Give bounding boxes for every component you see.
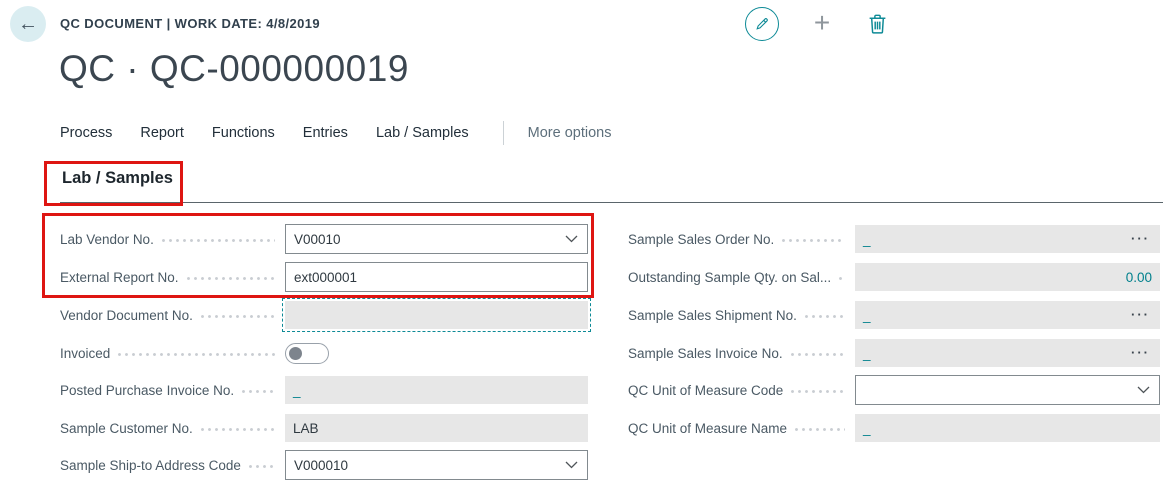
section-divider — [60, 202, 1163, 203]
assist-edit-icon[interactable]: ··· — [1131, 308, 1160, 321]
sample-sales-shipment-no-field[interactable]: _ ··· — [855, 301, 1160, 329]
form-row: Posted Purchase Invoice No. _ — [60, 375, 588, 405]
dotted-leader — [118, 353, 275, 356]
back-arrow-icon: ← — [18, 13, 38, 35]
dotted-leader — [791, 390, 845, 393]
qc-unit-of-measure-code-combobox[interactable] — [855, 375, 1160, 405]
menu-item-entries[interactable]: Entries — [303, 125, 348, 141]
field-label: External Report No. — [60, 270, 285, 285]
dotted-leader — [186, 277, 275, 280]
page-title: QC · QC-000000019 — [59, 48, 409, 89]
form-row: Outstanding Sample Qty. on Sal... 0.00 — [628, 262, 1160, 292]
field-label: Invoiced — [60, 346, 285, 361]
field-value: _ — [863, 345, 871, 361]
field-value: LAB — [293, 420, 319, 436]
section-title-lab-samples[interactable]: Lab / Samples — [62, 169, 173, 188]
form-row: External Report No. ext000001 — [60, 262, 588, 292]
action-bar: Process Report Functions Entries Lab / S… — [60, 120, 611, 146]
external-report-no-input[interactable]: ext000001 — [285, 262, 588, 292]
dotted-leader — [795, 428, 845, 431]
new-button[interactable]: + — [806, 6, 838, 40]
qc-document-page: ← QC DOCUMENT | WORK DATE: 4/8/2019 + QC… — [0, 0, 1175, 492]
field-label: Sample Customer No. — [60, 421, 285, 436]
sample-ship-to-address-code-combobox[interactable]: V000010 — [285, 450, 588, 480]
posted-purchase-invoice-no-field[interactable]: _ — [285, 376, 588, 404]
sample-sales-order-no-field[interactable]: _ ··· — [855, 225, 1160, 253]
plus-icon: + — [813, 7, 831, 38]
invoiced-toggle[interactable] — [285, 342, 329, 364]
field-value: V000010 — [294, 457, 349, 473]
field-label: Outstanding Sample Qty. on Sal... — [628, 270, 855, 285]
more-options-button[interactable]: More options — [528, 125, 612, 141]
field-value: 0.00 — [1125, 269, 1152, 285]
assist-edit-icon[interactable]: ··· — [1131, 232, 1160, 245]
appbar-title: QC DOCUMENT | WORK DATE: 4/8/2019 — [60, 16, 321, 31]
dotted-leader — [248, 465, 275, 468]
field-value: _ — [863, 307, 871, 323]
dotted-leader — [804, 315, 845, 318]
field-label: Posted Purchase Invoice No. — [60, 383, 285, 398]
chevron-down-icon[interactable] — [1137, 386, 1159, 394]
field-label: Sample Sales Invoice No. — [628, 346, 855, 361]
field-label: Sample Sales Order No. — [628, 232, 855, 247]
field-label: QC Unit of Measure Name — [628, 421, 855, 436]
field-value: _ — [863, 231, 871, 247]
menu-item-lab-samples[interactable]: Lab / Samples — [376, 125, 469, 141]
form-row: Lab Vendor No. V00010 — [60, 224, 588, 254]
form-row: Sample Sales Order No. _ ··· — [628, 224, 1160, 254]
form-row: Sample Customer No. LAB — [60, 413, 588, 443]
dotted-leader — [200, 428, 275, 431]
lab-vendor-no-combobox[interactable]: V00010 — [285, 224, 588, 254]
field-label: Sample Ship-to Address Code — [60, 458, 285, 473]
menu-item-process[interactable]: Process — [60, 125, 112, 141]
assist-edit-icon[interactable]: ··· — [1131, 346, 1160, 359]
dotted-leader — [839, 277, 845, 280]
form-row: Sample Sales Shipment No. _ ··· — [628, 300, 1160, 330]
trash-icon — [868, 13, 887, 34]
menu-item-report[interactable]: Report — [140, 125, 184, 141]
toggle-knob — [289, 346, 302, 360]
dotted-leader — [790, 353, 845, 356]
pencil-icon — [754, 16, 770, 32]
form-row: QC Unit of Measure Name _ — [628, 413, 1160, 443]
form-row: QC Unit of Measure Code — [628, 375, 1160, 405]
qc-unit-of-measure-name-field[interactable]: _ — [855, 414, 1160, 442]
field-label: Vendor Document No. — [60, 308, 285, 323]
field-value: ext000001 — [294, 269, 358, 285]
form-row: Sample Ship-to Address Code V000010 — [60, 450, 588, 480]
edit-button[interactable] — [745, 7, 779, 41]
dotted-leader — [200, 315, 275, 318]
invoiced-field — [285, 339, 588, 367]
sample-sales-invoice-no-field[interactable]: _ ··· — [855, 339, 1160, 367]
vendor-document-no-field[interactable] — [282, 298, 591, 332]
field-value: V00010 — [294, 231, 341, 247]
field-label: Sample Sales Shipment No. — [628, 308, 855, 323]
field-label: QC Unit of Measure Code — [628, 383, 855, 398]
field-value: _ — [863, 420, 871, 436]
chevron-down-icon[interactable] — [565, 235, 587, 243]
chevron-down-icon[interactable] — [565, 461, 587, 469]
menu-divider — [502, 121, 504, 145]
field-value: _ — [293, 382, 301, 398]
back-button[interactable]: ← — [10, 6, 46, 42]
form-row: Sample Sales Invoice No. _ ··· — [628, 338, 1160, 368]
dotted-leader — [242, 390, 275, 393]
outstanding-sample-qty-field[interactable]: 0.00 — [855, 263, 1160, 291]
delete-button[interactable] — [864, 10, 890, 36]
form-row: Invoiced — [60, 338, 588, 368]
dotted-leader — [161, 239, 275, 242]
menu-item-functions[interactable]: Functions — [212, 125, 275, 141]
form-row: Vendor Document No. — [60, 298, 591, 332]
dotted-leader — [782, 239, 845, 242]
sample-customer-no-field[interactable]: LAB — [285, 414, 588, 442]
field-label: Lab Vendor No. — [60, 232, 285, 247]
